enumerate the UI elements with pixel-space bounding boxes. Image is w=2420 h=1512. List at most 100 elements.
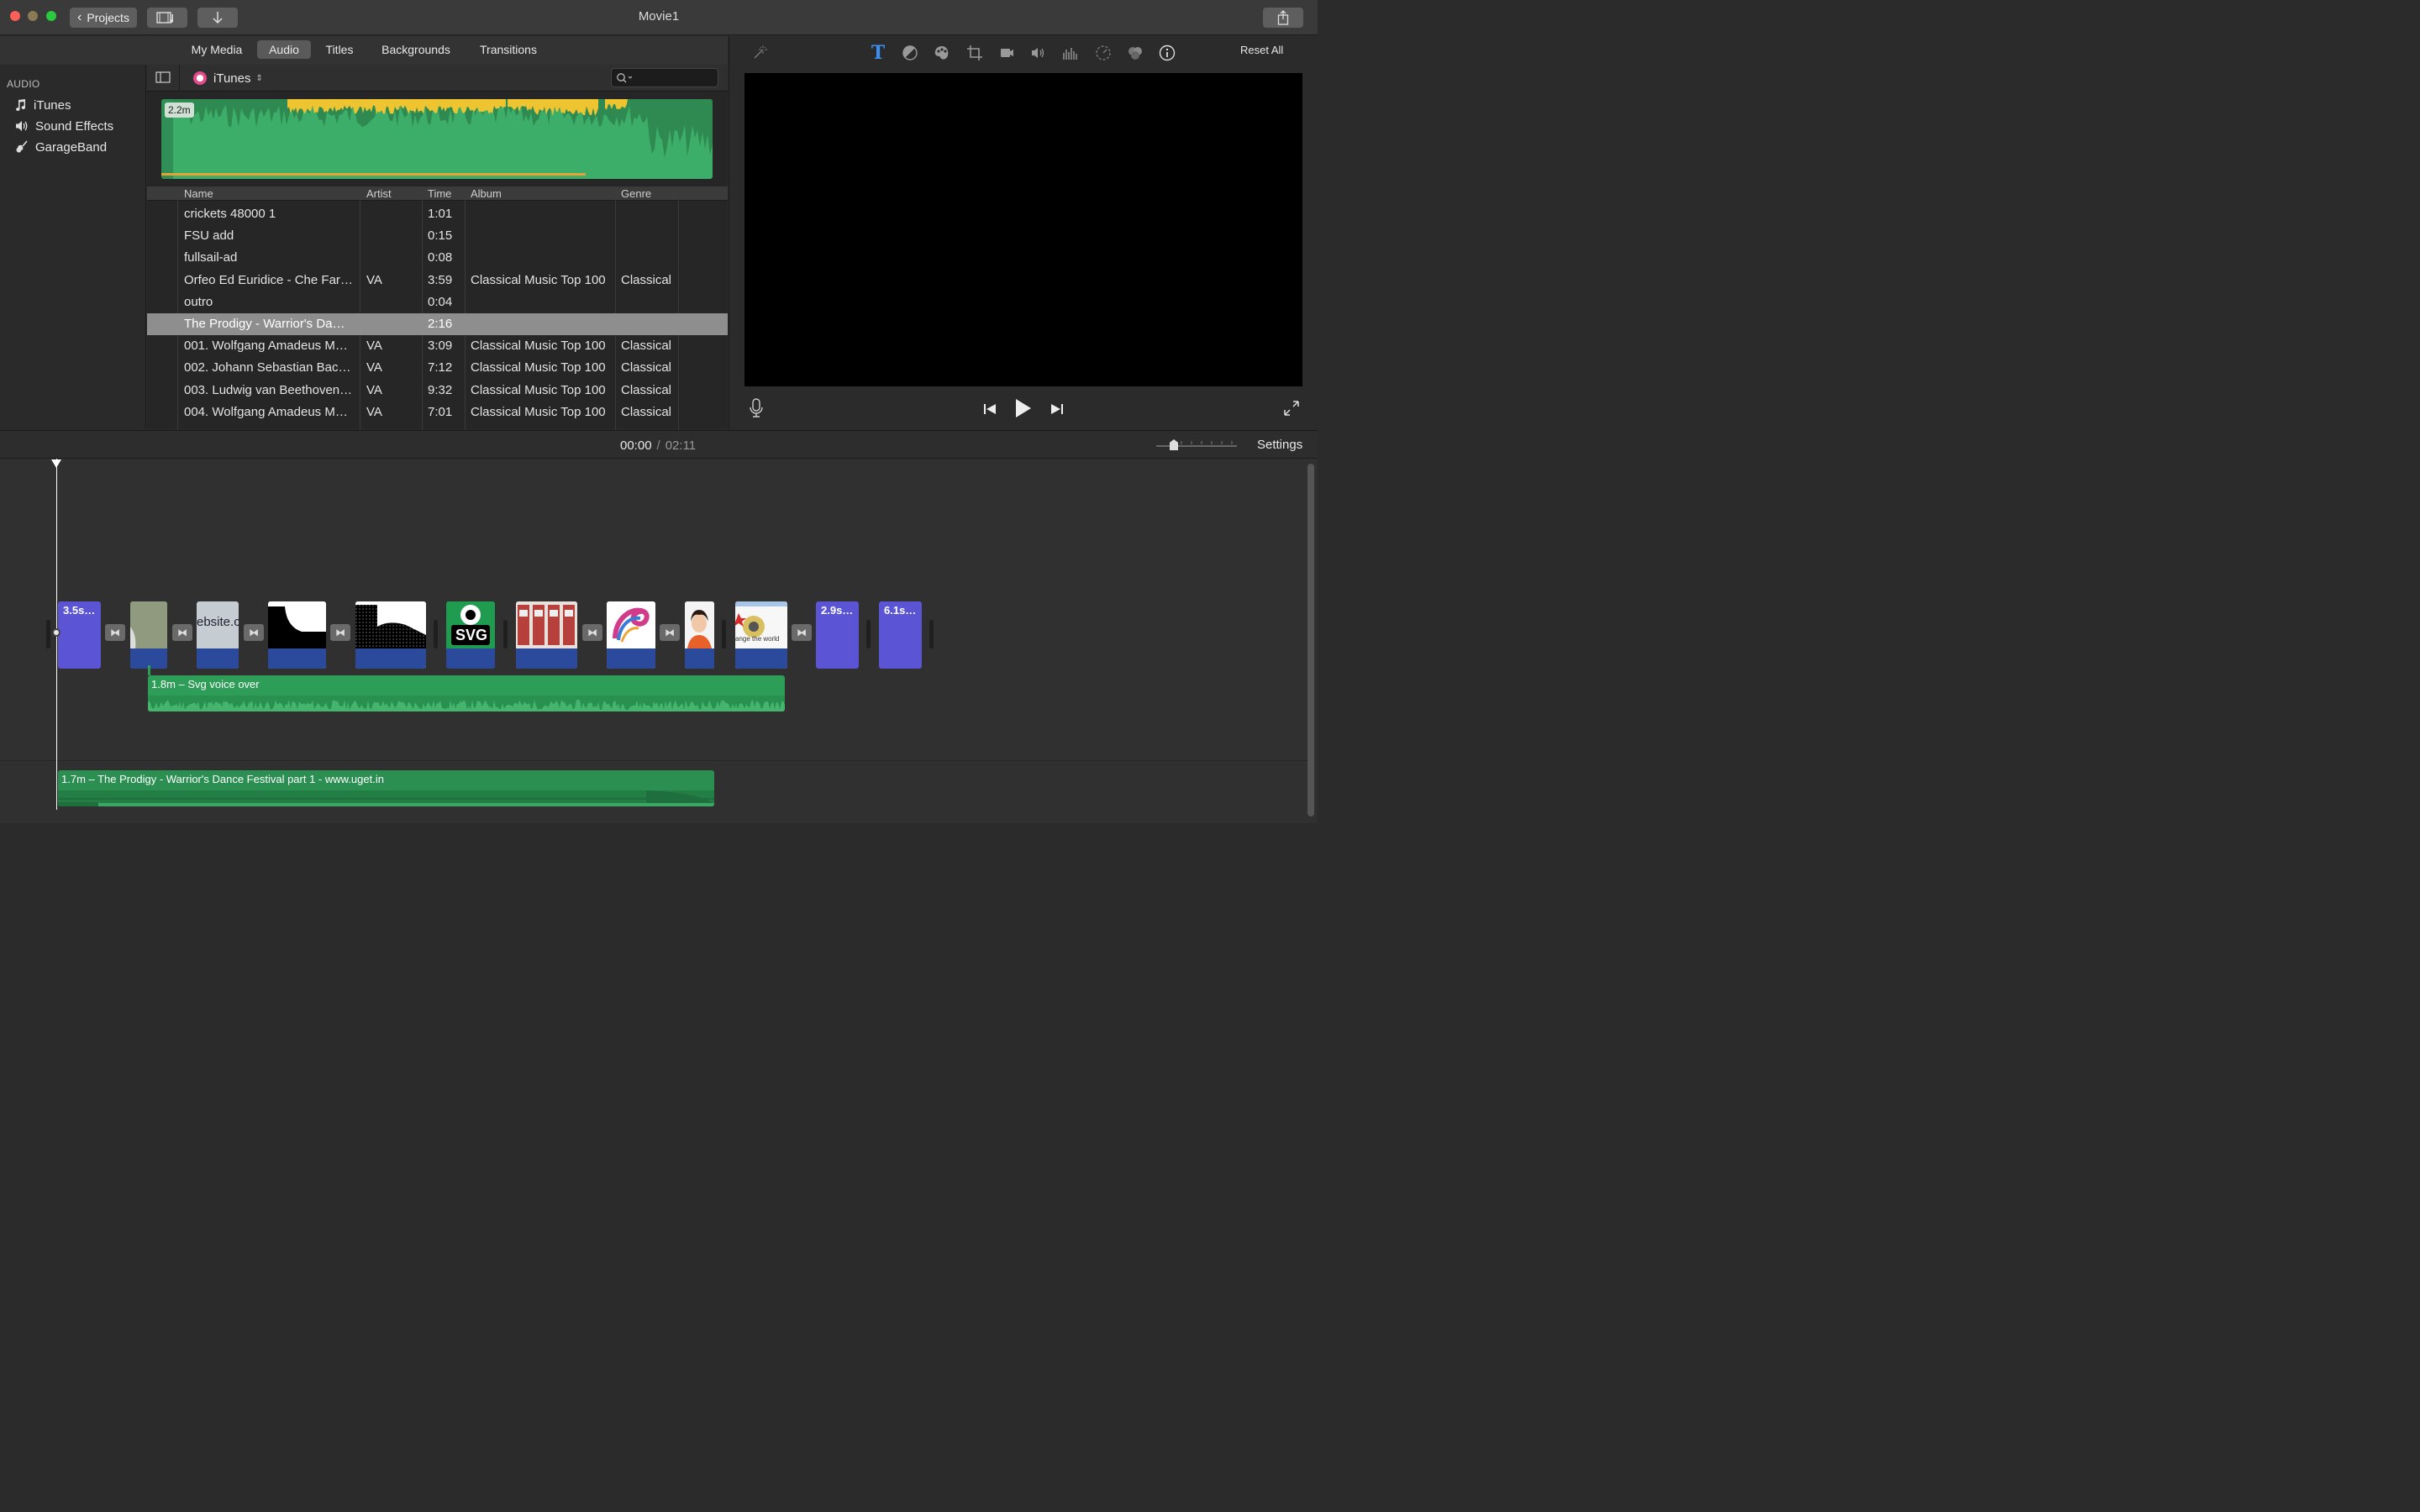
timeline-settings-button[interactable]: Settings bbox=[1257, 438, 1302, 452]
info-icon bbox=[1159, 45, 1176, 61]
title-clip[interactable]: 2.9s… bbox=[816, 601, 859, 669]
table-row[interactable]: FSU add 0:15 bbox=[147, 225, 728, 247]
minimize-window-button[interactable] bbox=[28, 11, 38, 21]
clip-gap-handle[interactable] bbox=[929, 620, 934, 648]
transition-bowtie-icon: ⧓ bbox=[249, 627, 259, 638]
table-row[interactable]: Orfeo Ed Euridice - Che Far… VA 3:59 Classi… bbox=[147, 270, 728, 291]
video-clip[interactable]: SVG bbox=[446, 601, 495, 669]
projects-back-button[interactable]: ‹ Projects bbox=[70, 8, 137, 28]
cell-genre: Classical bbox=[621, 404, 672, 419]
table-row[interactable]: The Prodigy - Warrior's Da… 2:16 bbox=[147, 313, 728, 335]
table-row[interactable]: 002. Johann Sebastian Bac… VA 7:12 Classica… bbox=[147, 357, 728, 379]
enhance-button[interactable] bbox=[750, 43, 770, 63]
video-clip[interactable] bbox=[685, 601, 714, 669]
title-clip[interactable]: 6.1s… bbox=[879, 601, 922, 669]
share-button[interactable] bbox=[1263, 8, 1303, 28]
clip-gap-handle[interactable] bbox=[722, 620, 726, 648]
video-clip[interactable]: ebsite.c bbox=[197, 601, 239, 669]
transition-button[interactable]: ⧓ bbox=[172, 624, 192, 641]
crop-button[interactable] bbox=[965, 43, 985, 63]
transition-button[interactable]: ⧓ bbox=[330, 624, 350, 641]
video-clip[interactable] bbox=[130, 601, 167, 669]
clip-thumbnail bbox=[607, 601, 655, 648]
clip-thumbnail bbox=[685, 601, 714, 648]
speed-button[interactable] bbox=[1093, 43, 1113, 63]
tab-my-media[interactable]: My Media bbox=[187, 40, 247, 59]
video-clip[interactable] bbox=[516, 601, 577, 669]
reset-all-button[interactable]: Reset All bbox=[1240, 44, 1283, 56]
clip-audio-strip bbox=[268, 648, 326, 669]
waveform-graphic bbox=[161, 99, 713, 179]
tab-backgrounds[interactable]: Backgrounds bbox=[378, 40, 454, 59]
search-input[interactable] bbox=[634, 71, 710, 84]
table-row[interactable]: 003. Ludwig van Beethoven… VA 9:32 Classica… bbox=[147, 380, 728, 402]
clip-gap-handle[interactable] bbox=[46, 620, 50, 648]
table-row[interactable]: 001. Wolfgang Amadeus M… VA 3:09 Classical … bbox=[147, 335, 728, 357]
video-clip[interactable]: ange the world bbox=[735, 601, 787, 669]
zoom-window-button[interactable] bbox=[46, 11, 56, 21]
table-row[interactable]: 004. Wolfgang Amadeus M… VA 7:01 Classical … bbox=[147, 402, 728, 423]
media-browser-toggle-button[interactable] bbox=[147, 8, 187, 28]
column-artist[interactable]: Artist bbox=[366, 187, 392, 200]
titles-tool-button[interactable]: T bbox=[868, 42, 888, 64]
audio-preview-waveform[interactable]: 2.2m bbox=[161, 99, 713, 179]
transition-button[interactable]: ⧓ bbox=[105, 624, 125, 641]
clip-filter-button[interactable] bbox=[1125, 43, 1145, 63]
transition-button[interactable]: ⧓ bbox=[582, 624, 602, 641]
transition-button[interactable]: ⧓ bbox=[244, 624, 264, 641]
title-clip[interactable]: 3.5s… bbox=[58, 601, 101, 669]
play-button[interactable] bbox=[1013, 397, 1034, 419]
table-row[interactable]: fullsail-ad 0:08 bbox=[147, 247, 728, 269]
clip-audio-strip bbox=[735, 648, 787, 669]
column-name[interactable]: Name bbox=[184, 187, 213, 200]
sidebar-item-garageband[interactable]: GarageBand bbox=[15, 138, 107, 156]
tab-audio[interactable]: Audio bbox=[257, 40, 311, 59]
timeline[interactable]: 3.5s… ebsite.c SVG ange the world 2.9s… … bbox=[0, 459, 1318, 823]
sidebar-toggle-button[interactable] bbox=[155, 71, 171, 84]
video-clip[interactable] bbox=[607, 601, 655, 669]
volume-button[interactable] bbox=[1028, 43, 1049, 63]
fullscreen-button[interactable] bbox=[1282, 399, 1301, 417]
video-clip[interactable] bbox=[355, 601, 426, 669]
search-field[interactable] bbox=[611, 68, 718, 87]
voiceover-audio-clip[interactable]: 1.8m – Svg voice over bbox=[148, 675, 785, 711]
zoom-slider[interactable] bbox=[1156, 439, 1237, 451]
color-balance-button[interactable] bbox=[900, 43, 920, 63]
timeline-scrollbar[interactable] bbox=[1307, 464, 1314, 816]
sidebar-toggle-icon bbox=[155, 71, 171, 83]
column-time[interactable]: Time bbox=[428, 187, 451, 200]
close-window-button[interactable] bbox=[10, 11, 20, 21]
clip-gap-handle[interactable] bbox=[434, 620, 438, 648]
transition-button[interactable]: ⧓ bbox=[792, 624, 812, 641]
import-button[interactable] bbox=[197, 8, 238, 28]
cell-name: 003. Ludwig van Beethoven… bbox=[184, 382, 353, 397]
equalizer-button[interactable] bbox=[1060, 43, 1081, 63]
sidebar-item-sound-effects[interactable]: Sound Effects bbox=[15, 117, 113, 135]
clip-gap-handle[interactable] bbox=[503, 620, 508, 648]
background-music-clip[interactable]: 1.7m – The Prodigy - Warrior's Dance Fes… bbox=[58, 770, 714, 806]
table-row[interactable]: crickets 48000 1 1:01 bbox=[147, 203, 728, 225]
clip-gap-handle[interactable] bbox=[866, 620, 871, 648]
tab-titles[interactable]: Titles bbox=[319, 40, 360, 59]
source-popup[interactable]: iTunes ⇕ bbox=[193, 70, 263, 87]
voiceover-button[interactable] bbox=[749, 398, 764, 418]
skip-back-button[interactable] bbox=[981, 401, 998, 417]
sidebar-item-itunes[interactable]: iTunes bbox=[15, 96, 71, 114]
audio-browser: iTunes ⇕ 2.2m Name Artist Time Album Gen… bbox=[147, 65, 728, 430]
info-button[interactable] bbox=[1157, 43, 1177, 63]
skip-forward-button[interactable] bbox=[1049, 401, 1065, 417]
transition-bowtie-icon: ⧓ bbox=[335, 627, 345, 638]
tab-transitions[interactable]: Transitions bbox=[476, 40, 541, 59]
color-correction-button[interactable] bbox=[932, 43, 952, 63]
sidebar-item-label: Sound Effects bbox=[35, 118, 114, 134]
playhead-handle[interactable] bbox=[51, 459, 61, 468]
video-preview-screen[interactable] bbox=[744, 73, 1302, 386]
column-album[interactable]: Album bbox=[471, 187, 502, 200]
stabilization-button[interactable] bbox=[997, 43, 1017, 63]
transition-button[interactable]: ⧓ bbox=[660, 624, 680, 641]
table-row[interactable]: outro 0:04 bbox=[147, 291, 728, 313]
video-clip[interactable] bbox=[268, 601, 326, 669]
title-bar: ‹ Projects Movie1 bbox=[0, 0, 1318, 35]
cell-album: Classical Music Top 100 bbox=[471, 339, 606, 354]
column-genre[interactable]: Genre bbox=[621, 187, 651, 200]
